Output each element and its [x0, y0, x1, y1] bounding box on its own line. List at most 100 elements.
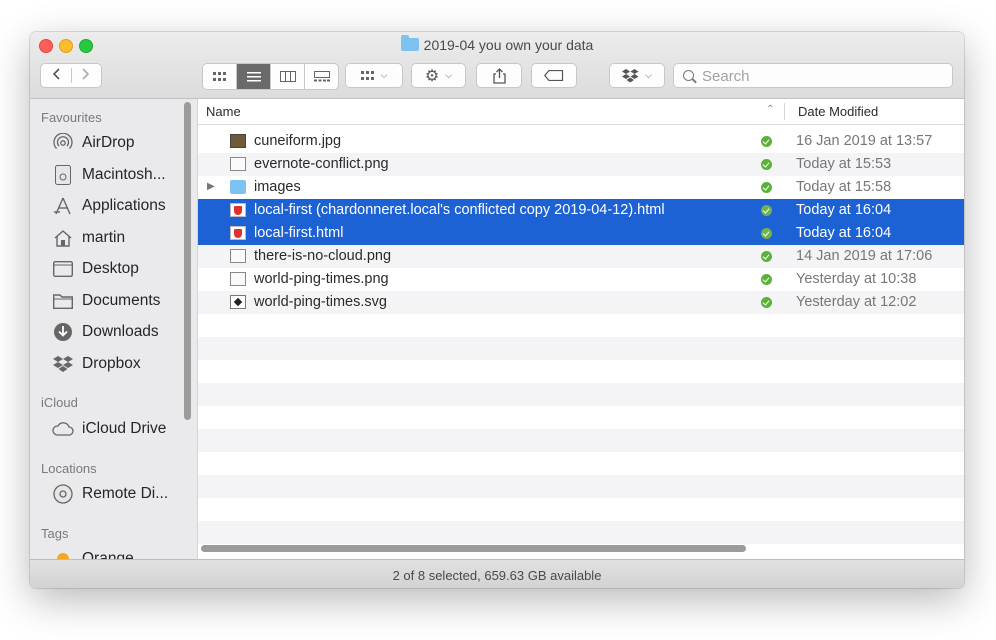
sidebar-heading-favourites: Favourites — [41, 110, 102, 125]
sidebar-item-label: Documents — [82, 292, 161, 309]
sidebar-item-label: Macintosh... — [82, 166, 166, 183]
file-date-modified: 16 Jan 2019 at 13:57 — [796, 133, 933, 149]
sidebar-heading-tags: Tags — [41, 526, 69, 541]
sidebar-item-desktop[interactable]: Desktop — [52, 258, 139, 280]
sync-status-icon — [761, 136, 772, 147]
column-header-date-modified[interactable]: Date Modified — [798, 104, 878, 119]
chevron-down-icon: ⌵ — [380, 70, 388, 80]
grid-icon — [212, 71, 226, 81]
search-field[interactable]: Search — [673, 63, 953, 88]
file-name: local-first.html — [254, 225, 344, 241]
title-bar: 2019-04 you own your data ⌵ ⚙ ⌵ ⌵ Search — [30, 32, 964, 99]
columns-icon — [279, 71, 296, 82]
file-row[interactable]: evernote-conflict.png Today at 15:53 — [198, 153, 964, 176]
back-forward-control — [40, 63, 102, 88]
file-row[interactable]: there-is-no-cloud.png 14 Jan 2019 at 17:0… — [198, 245, 964, 268]
sidebar-item-martin[interactable]: martin — [52, 227, 125, 249]
forward-button[interactable] — [72, 68, 102, 83]
group-by-button[interactable]: ⌵ — [345, 63, 403, 88]
empty-row — [198, 360, 964, 383]
chevron-down-icon: ⌵ — [445, 70, 453, 80]
gallery-view-button[interactable] — [305, 64, 338, 89]
gear-icon: ⚙ — [424, 67, 440, 85]
sidebar: Favourites AirDrop Macintosh... Applicat… — [30, 99, 198, 559]
file-row[interactable]: world-ping-times.svg Yesterday at 12:02 — [198, 291, 964, 314]
sidebar-item-tag-orange[interactable]: Orange — [52, 548, 134, 559]
empty-row — [198, 498, 964, 521]
column-header-name[interactable]: Name — [206, 104, 241, 119]
sidebar-item-remote-disc[interactable]: Remote Di... — [52, 483, 168, 505]
file-name: there-is-no-cloud.png — [254, 248, 392, 264]
list-view-button[interactable] — [237, 64, 271, 89]
group-grid-icon — [360, 70, 374, 80]
sidebar-item-icloud-drive[interactable]: iCloud Drive — [52, 418, 166, 440]
icon-view-button[interactable] — [203, 64, 237, 89]
back-button[interactable] — [41, 68, 72, 83]
sync-status-icon — [761, 274, 772, 285]
downloads-icon — [52, 322, 74, 342]
sidebar-heading-locations: Locations — [41, 461, 97, 476]
sidebar-item-applications[interactable]: Applications — [52, 195, 166, 217]
empty-row — [198, 314, 964, 337]
disclosure-triangle-icon[interactable]: ▶ — [207, 181, 215, 192]
tag-color-dot-icon — [52, 549, 74, 559]
file-name: local-first (chardonneret.local's confli… — [254, 202, 665, 218]
column-view-button[interactable] — [271, 64, 305, 89]
applications-icon — [52, 196, 74, 216]
empty-row — [198, 521, 964, 544]
png-file-icon — [230, 272, 246, 286]
file-name: evernote-conflict.png — [254, 156, 389, 172]
share-button[interactable] — [476, 63, 522, 88]
search-icon — [683, 70, 694, 81]
folder-icon — [230, 180, 246, 194]
sidebar-item-label: Desktop — [82, 260, 139, 277]
list-icon — [246, 71, 261, 81]
dropbox-button[interactable]: ⌵ — [609, 63, 665, 88]
sidebar-scrollbar[interactable] — [184, 102, 191, 420]
chevron-left-icon — [52, 68, 60, 80]
html-file-icon — [230, 226, 246, 240]
sidebar-item-label: Orange — [82, 550, 134, 559]
file-name: cuneiform.jpg — [254, 133, 342, 149]
desktop-icon — [52, 259, 74, 279]
horizontal-scrollbar[interactable] — [201, 545, 746, 552]
finder-window: 2019-04 you own your data ⌵ ⚙ ⌵ ⌵ Search… — [30, 32, 964, 588]
chevron-right-icon — [82, 68, 90, 80]
sync-status-icon — [761, 182, 772, 193]
sync-status-icon — [761, 297, 772, 308]
sidebar-item-label: iCloud Drive — [82, 420, 167, 437]
hard-drive-icon — [52, 165, 74, 185]
sidebar-item-airdrop[interactable]: AirDrop — [52, 132, 135, 154]
empty-row — [198, 337, 964, 360]
disc-icon — [52, 484, 74, 504]
empty-row — [198, 475, 964, 498]
search-placeholder: Search — [702, 68, 750, 85]
file-name: images — [254, 179, 301, 195]
file-row[interactable]: ▶ images Today at 15:58 — [198, 176, 964, 199]
file-row[interactable]: local-first (chardonneret.local's confli… — [198, 199, 964, 222]
file-date-modified: Today at 15:58 — [796, 179, 892, 195]
file-date-modified: Yesterday at 10:38 — [796, 271, 917, 287]
sync-status-icon — [761, 251, 772, 262]
folder-icon — [400, 35, 419, 51]
action-button[interactable]: ⚙ ⌵ — [411, 63, 466, 88]
file-row[interactable]: world-ping-times.png Yesterday at 10:38 — [198, 268, 964, 291]
cloud-icon — [52, 419, 74, 439]
sidebar-item-label: AirDrop — [82, 134, 135, 151]
file-date-modified: Today at 16:04 — [796, 225, 892, 241]
file-date-modified: 14 Jan 2019 at 17:06 — [796, 248, 933, 264]
file-row[interactable]: cuneiform.jpg 16 Jan 2019 at 13:57 — [198, 130, 964, 153]
png-file-icon — [230, 249, 246, 263]
sidebar-item-downloads[interactable]: Downloads — [52, 321, 159, 343]
tag-button[interactable] — [531, 63, 577, 88]
sidebar-item-documents[interactable]: Documents — [52, 290, 160, 312]
sidebar-item-dropbox[interactable]: Dropbox — [52, 353, 141, 375]
svg-file-icon — [230, 295, 246, 309]
window-title: 2019-04 you own your data — [30, 35, 964, 53]
sidebar-item-macintosh[interactable]: Macintosh... — [52, 164, 166, 186]
image-file-icon — [230, 134, 246, 148]
column-divider[interactable] — [784, 103, 785, 120]
dropbox-icon — [52, 354, 74, 374]
sync-status-icon — [761, 159, 772, 170]
file-row[interactable]: local-first.html Today at 16:04 — [198, 222, 964, 245]
